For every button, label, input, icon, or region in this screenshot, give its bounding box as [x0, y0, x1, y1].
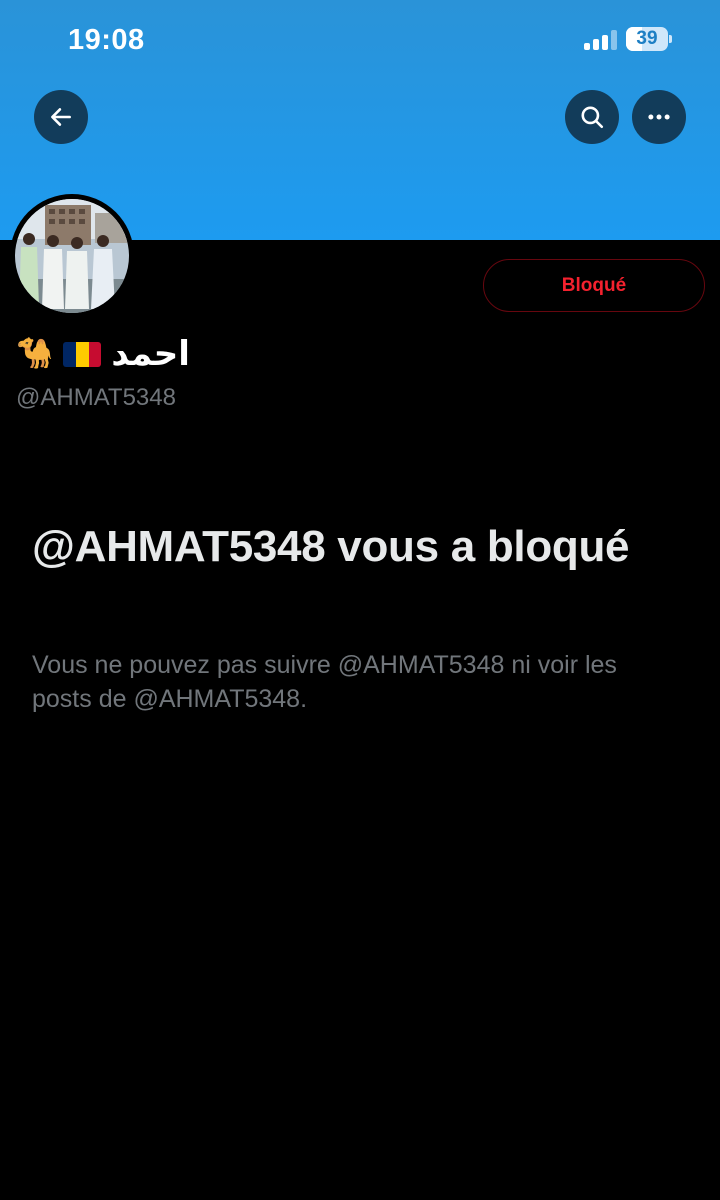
blocked-button[interactable]: Bloqué	[483, 259, 705, 312]
back-button[interactable]	[34, 90, 88, 144]
status-bar: 19:08 39	[0, 0, 720, 80]
cellular-signal-icon	[584, 30, 618, 50]
blocked-notice-title: @AHMAT5348 vous a bloqué	[32, 522, 630, 571]
more-options-button[interactable]	[632, 90, 686, 144]
search-icon	[581, 106, 604, 129]
profile-avatar[interactable]	[10, 194, 134, 318]
battery-icon: 39	[626, 27, 672, 51]
display-name: احمد	[111, 334, 190, 374]
blocked-notice-description: Vous ne pouvez pas suivre @AHMAT5348 ni …	[32, 651, 617, 713]
profile-name-row: 🐪 احمد	[16, 332, 190, 376]
search-button[interactable]	[565, 90, 619, 144]
avatar-photo	[15, 199, 129, 313]
chad-flag-icon	[63, 341, 102, 367]
battery-level: 39	[636, 28, 658, 49]
arrow-left-icon	[51, 108, 71, 126]
profile-handle: @AHMAT5348	[16, 384, 176, 411]
camel-emoji: 🐪	[16, 337, 54, 370]
more-horizontal-icon	[648, 114, 670, 120]
status-time: 19:08	[68, 24, 145, 56]
